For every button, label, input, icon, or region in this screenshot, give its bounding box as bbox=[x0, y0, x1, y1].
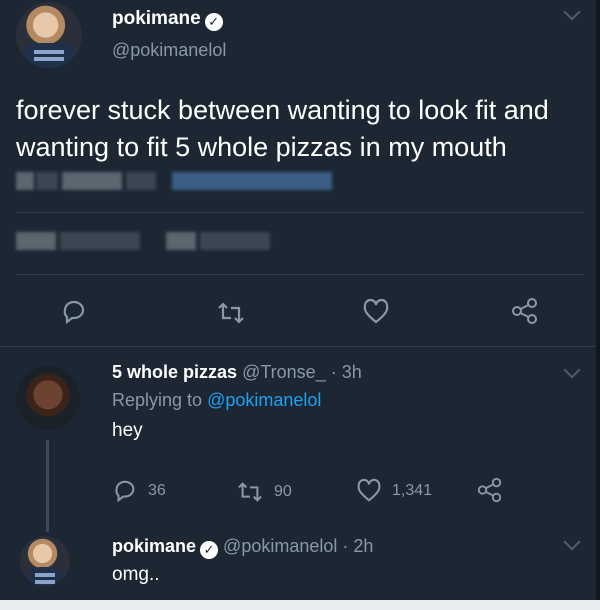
author-name[interactable]: pokimane ✓ bbox=[112, 8, 223, 31]
retweet-button[interactable]: 90 bbox=[236, 480, 292, 504]
retweet-count: 90 bbox=[274, 483, 292, 500]
bottom-edge bbox=[0, 600, 600, 610]
chevron-down-icon[interactable] bbox=[563, 361, 581, 379]
divider bbox=[16, 212, 584, 213]
replying-to-label: Replying to bbox=[112, 390, 203, 410]
reply-icon bbox=[63, 300, 85, 325]
author-name-text: pokimane bbox=[112, 8, 201, 29]
tweet-text: hey bbox=[112, 420, 143, 441]
redacted-timestamp bbox=[16, 172, 336, 192]
window-edge bbox=[596, 0, 600, 600]
reply-button[interactable] bbox=[60, 298, 88, 326]
thread-connector bbox=[46, 440, 49, 532]
tweet-thread: pokimane ✓ @pokimanelol forever stuck bet… bbox=[0, 0, 600, 610]
reply-header: pokimane ✓ @pokimanelol · 2h bbox=[112, 536, 373, 559]
redacted-stats bbox=[16, 232, 276, 252]
verified-badge-icon: ✓ bbox=[204, 13, 223, 31]
like-button[interactable]: 1,341 bbox=[356, 478, 432, 504]
share-button[interactable] bbox=[476, 476, 504, 504]
share-icon bbox=[512, 298, 537, 324]
share-button[interactable] bbox=[510, 296, 540, 326]
author-handle[interactable]: @pokimanelol · 2h bbox=[223, 536, 373, 556]
reply-count: 36 bbox=[148, 482, 166, 499]
reply-button[interactable]: 36 bbox=[112, 478, 166, 504]
heart-icon bbox=[363, 298, 389, 324]
heart-icon bbox=[357, 478, 381, 502]
chevron-down-icon[interactable] bbox=[563, 3, 581, 21]
chevron-down-icon[interactable] bbox=[563, 533, 581, 551]
like-button[interactable] bbox=[362, 298, 390, 326]
author-handle[interactable]: @pokimanelol bbox=[112, 40, 226, 61]
author-handle[interactable]: @Tronse_ bbox=[242, 362, 326, 382]
avatar[interactable] bbox=[16, 366, 80, 430]
reply-header: 5 whole pizzas @Tronse_ · 3h bbox=[112, 362, 362, 383]
avatar[interactable] bbox=[20, 536, 70, 586]
retweet-icon bbox=[238, 482, 262, 502]
author-name[interactable]: pokimane bbox=[112, 536, 196, 556]
divider bbox=[16, 274, 584, 275]
verified-badge-icon: ✓ bbox=[200, 541, 219, 559]
tweet-text: omg.. bbox=[112, 564, 160, 585]
share-icon bbox=[477, 477, 502, 503]
divider bbox=[0, 346, 600, 347]
retweet-button[interactable] bbox=[216, 300, 246, 326]
tweet-text: forever stuck between wanting to look fi… bbox=[16, 95, 549, 162]
replying-to: Replying to @pokimanelol bbox=[112, 390, 321, 411]
author-name[interactable]: 5 whole pizzas bbox=[112, 362, 237, 382]
reply-icon bbox=[115, 480, 135, 503]
replying-to-link[interactable]: @pokimanelol bbox=[207, 390, 321, 410]
tweet-time[interactable]: · 3h bbox=[331, 362, 362, 382]
retweet-icon bbox=[218, 302, 244, 324]
like-count: 1,341 bbox=[392, 482, 433, 499]
avatar[interactable] bbox=[16, 2, 82, 68]
